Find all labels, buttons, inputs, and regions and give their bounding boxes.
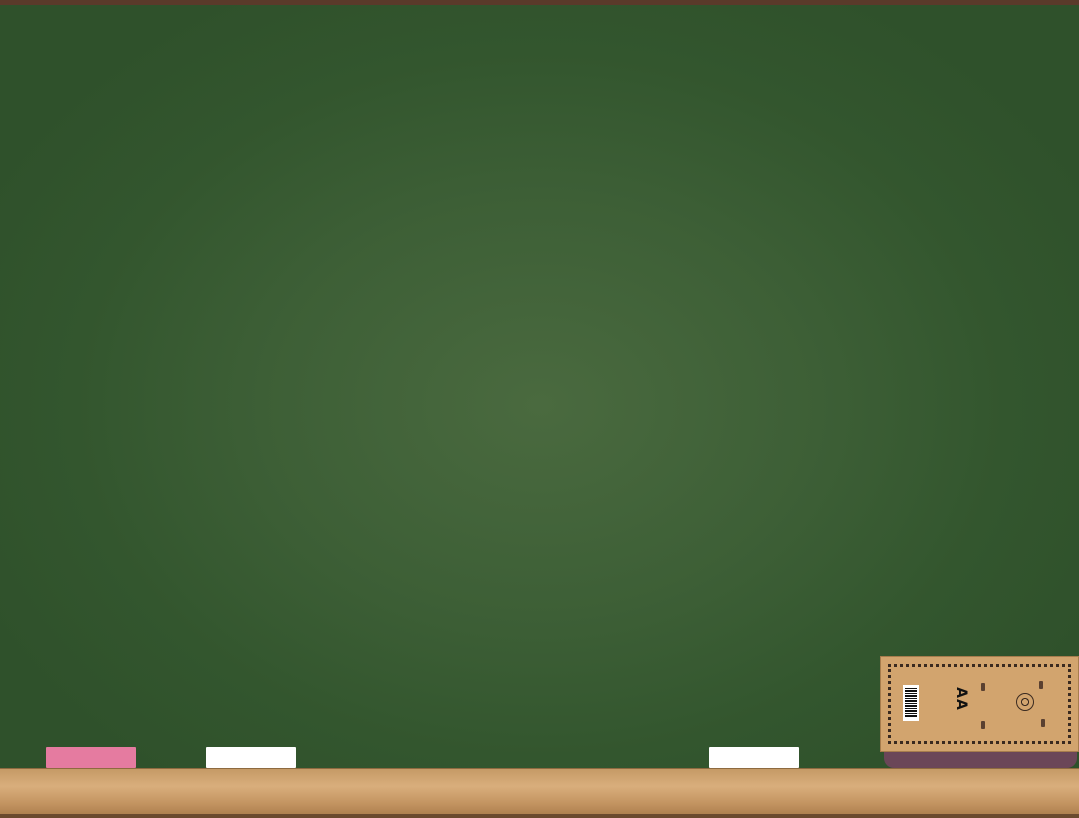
chalk-tray-edge	[0, 814, 1079, 818]
decorative-mark	[981, 721, 985, 729]
white-chalk-right[interactable]	[709, 747, 799, 768]
decorative-mark	[981, 683, 985, 691]
white-chalk-left[interactable]	[206, 747, 296, 768]
eraser-brand-label: AA	[952, 687, 969, 711]
barcode-icon	[903, 685, 919, 721]
chalkboard	[0, 5, 1079, 768]
decorative-mark	[1041, 719, 1045, 727]
decorative-mark	[1039, 681, 1043, 689]
seal-icon	[1016, 693, 1034, 711]
chalkboard-eraser[interactable]: AA	[880, 656, 1079, 752]
pink-chalk[interactable]	[46, 747, 136, 768]
chalk-tray	[0, 768, 1079, 818]
